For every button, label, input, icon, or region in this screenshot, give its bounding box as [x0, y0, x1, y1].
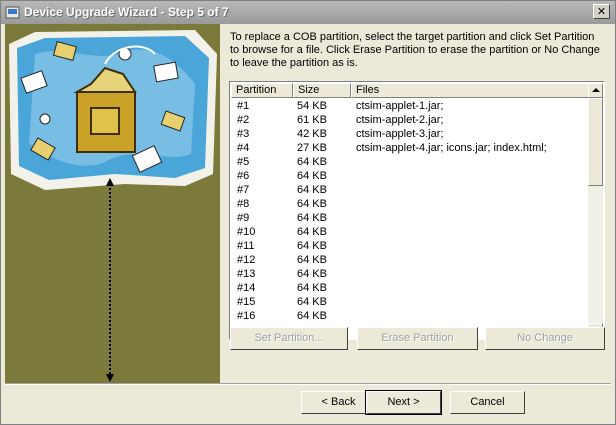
scroll-up-button[interactable]	[588, 83, 603, 98]
partition-list-viewport: Partition Size Files #1 54 KB ctsim-applet…	[231, 83, 588, 338]
back-button[interactable]: < Back	[301, 391, 376, 414]
size-cell: 64 KB	[297, 310, 327, 322]
next-button[interactable]: Next >	[365, 390, 442, 415]
partition-cell: #3	[237, 128, 250, 140]
app-icon	[5, 6, 20, 19]
scroll-thumb[interactable]	[588, 98, 603, 186]
table-row[interactable]: #8 64 KB	[231, 197, 588, 211]
partition-cell: #4	[237, 142, 250, 154]
upgrade-illustration	[9, 30, 217, 382]
files-cell: ctsim-applet-4.jar; icons.jar; index.htm…	[356, 142, 547, 154]
files-cell: ctsim-applet-2.jar;	[356, 114, 444, 126]
erase-partition-button[interactable]: Erase Partition	[357, 327, 478, 350]
vertical-scrollbar[interactable]	[588, 83, 603, 338]
partition-cell: #15	[237, 296, 256, 308]
size-cell: 64 KB	[297, 254, 327, 266]
table-row[interactable]: #4 27 KB ctsim-applet-4.jar; icons.jar; in…	[231, 141, 588, 155]
column-header-partition[interactable]: Partition	[231, 83, 293, 98]
partition-cell: #8	[237, 198, 250, 210]
table-row[interactable]: #13 64 KB	[231, 267, 588, 281]
partition-cell: #6	[237, 170, 250, 182]
close-icon: ✕	[596, 5, 607, 18]
set-partition-button[interactable]: Set Partition...	[230, 327, 348, 350]
partition-cell: #11	[237, 240, 255, 252]
table-row[interactable]: #7 64 KB	[231, 183, 588, 197]
partition-rows: #1 54 KB ctsim-applet-1.jar; #2 61 KB ctsim-a…	[231, 99, 588, 323]
column-header-size[interactable]: Size	[293, 83, 351, 98]
column-header-files[interactable]: Files	[351, 83, 588, 98]
size-cell: 64 KB	[297, 184, 327, 196]
partition-cell: #12	[237, 254, 256, 266]
size-cell: 27 KB	[297, 142, 327, 154]
partition-cell: #16	[237, 310, 256, 322]
size-cell: 64 KB	[297, 282, 327, 294]
size-cell: 64 KB	[297, 296, 327, 308]
partition-cell: #9	[237, 212, 250, 224]
files-cell: ctsim-applet-1.jar;	[356, 100, 444, 112]
size-cell: 64 KB	[297, 156, 327, 168]
size-cell: 64 KB	[297, 226, 327, 238]
size-cell: 54 KB	[297, 100, 327, 112]
table-row[interactable]: #12 64 KB	[231, 253, 588, 267]
partition-cell: #1	[237, 100, 250, 112]
size-cell: 64 KB	[297, 268, 327, 280]
size-cell: 64 KB	[297, 170, 327, 182]
partition-cell: #7	[237, 184, 250, 196]
size-cell: 64 KB	[297, 240, 327, 252]
table-row[interactable]: #1 54 KB ctsim-applet-1.jar;	[231, 99, 588, 113]
table-row[interactable]: #16 64 KB	[231, 309, 588, 323]
cancel-button[interactable]: Cancel	[450, 391, 525, 414]
table-row[interactable]: #10 64 KB	[231, 225, 588, 239]
partition-cell: #2	[237, 114, 250, 126]
footer-separator	[5, 383, 611, 385]
table-row[interactable]: #2 61 KB ctsim-applet-2.jar;	[231, 113, 588, 127]
partition-cell: #10	[237, 226, 256, 238]
size-cell: 42 KB	[297, 128, 327, 140]
files-cell: ctsim-applet-3.jar;	[356, 128, 444, 140]
table-row[interactable]: #15 64 KB	[231, 295, 588, 309]
table-row[interactable]: #11 64 KB	[231, 239, 588, 253]
size-cell: 64 KB	[297, 212, 327, 224]
partition-cell: #14	[237, 282, 256, 294]
partition-cell: #5	[237, 156, 250, 168]
close-button[interactable]: ✕	[593, 4, 610, 19]
partition-cell: #13	[237, 268, 256, 280]
table-row[interactable]: #6 64 KB	[231, 169, 588, 183]
instructions-text: To replace a COB partition, select the t…	[230, 31, 600, 69]
window-title: Device Upgrade Wizard - Step 5 of 7	[24, 5, 229, 19]
wizard-window: Device Upgrade Wizard - Step 5 of 7 ✕ To…	[0, 0, 616, 425]
size-cell: 64 KB	[297, 198, 327, 210]
size-cell: 61 KB	[297, 114, 327, 126]
table-row[interactable]: #9 64 KB	[231, 211, 588, 225]
title-bar[interactable]: Device Upgrade Wizard - Step 5 of 7 ✕	[1, 1, 615, 24]
table-row[interactable]: #3 42 KB ctsim-applet-3.jar;	[231, 127, 588, 141]
table-row[interactable]: #5 64 KB	[231, 155, 588, 169]
table-row[interactable]: #14 64 KB	[231, 281, 588, 295]
wizard-side-panel	[5, 24, 220, 383]
partition-list[interactable]: Partition Size Files #1 54 KB ctsim-applet…	[229, 81, 605, 340]
no-change-button[interactable]: No Change	[485, 327, 605, 350]
wizard-body: To replace a COB partition, select the t…	[2, 24, 614, 424]
arrow-up-icon	[592, 88, 600, 92]
